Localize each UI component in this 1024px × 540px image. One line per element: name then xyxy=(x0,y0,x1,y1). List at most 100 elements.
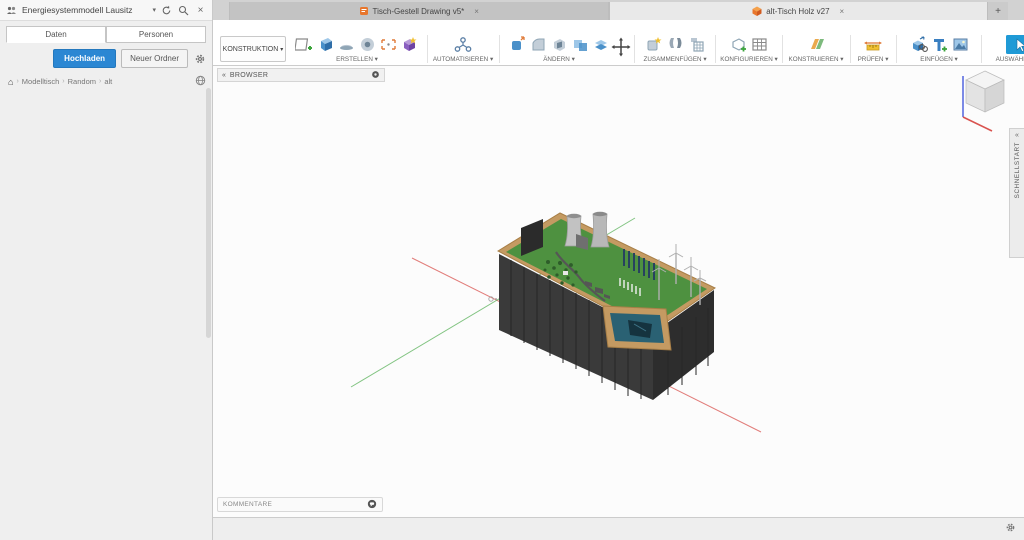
doc-tab-active[interactable]: alt-Tisch Holz v27 × xyxy=(609,2,989,20)
viewcube[interactable] xyxy=(963,71,1004,131)
configuration-icon[interactable] xyxy=(729,34,749,54)
data-panel-header: Energiesystemmodell Lausitz ▾ × xyxy=(0,0,212,21)
schnellstart-tab[interactable]: « SCHNELLSTART xyxy=(1009,128,1024,258)
browser-settings-icon[interactable] xyxy=(371,70,380,81)
gear-icon[interactable] xyxy=(1005,520,1020,538)
insert-mcmaster-icon[interactable] xyxy=(929,34,949,54)
measure-icon[interactable] xyxy=(863,34,883,54)
list-scrollbar[interactable] xyxy=(206,88,211,338)
close-icon[interactable]: × xyxy=(474,7,479,16)
home-icon[interactable]: ⌂ xyxy=(8,77,13,87)
timeline-bar xyxy=(213,517,1024,540)
data-panel-tabs: Daten Personen xyxy=(6,26,206,43)
search-icon[interactable] xyxy=(177,4,190,17)
construction-plane-icon[interactable] xyxy=(806,34,826,54)
quick-access-toolbar xyxy=(213,0,229,20)
tab-daten[interactable]: Daten xyxy=(6,26,106,43)
bounding-box-icon[interactable] xyxy=(379,34,399,54)
breadcrumb: ⌂ › Modelltisch › Random › alt xyxy=(8,75,206,88)
configuration-table-icon[interactable] xyxy=(750,34,770,54)
group-label[interactable]: ÄNDERN ▾ xyxy=(503,56,615,63)
gear-icon[interactable] xyxy=(193,52,206,65)
close-icon[interactable]: × xyxy=(194,4,207,17)
joint-icon[interactable] xyxy=(665,34,685,54)
globe-icon[interactable] xyxy=(195,75,206,88)
group-label[interactable]: KONFIGURIEREN ▾ xyxy=(718,56,780,63)
new-folder-button[interactable]: Neuer Ordner xyxy=(121,49,188,68)
ribbon-toolbar: KONSTRUKTION▾ ERSTELLEN ▾ xyxy=(213,20,1024,66)
project-title: Energiesystemmodell Lausitz xyxy=(22,5,148,15)
comments-label: KOMMENTARE xyxy=(223,501,367,508)
browser-title: BROWSER xyxy=(230,72,367,79)
white-building xyxy=(563,271,568,275)
caret-down-icon[interactable]: ▾ xyxy=(152,6,156,14)
close-icon[interactable]: × xyxy=(840,7,845,16)
group-konfigurieren: KONFIGURIEREN ▾ xyxy=(718,33,780,65)
new-component-icon[interactable] xyxy=(644,34,664,54)
breadcrumb-separator: › xyxy=(99,78,101,85)
split-body-icon[interactable] xyxy=(591,34,611,54)
breadcrumb-random[interactable]: Random xyxy=(68,77,96,86)
group-automatisieren: AUTOMATISIEREN ▾ xyxy=(431,33,495,65)
fillet-icon[interactable] xyxy=(528,34,548,54)
table-model xyxy=(498,212,715,400)
doc-tab-label: Tisch-Gestell Drawing v5* xyxy=(373,7,465,16)
press-pull-icon[interactable] xyxy=(507,34,527,54)
viewport-canvas[interactable]: « BROWSER « SCHNELLSTART KOMMENTARE xyxy=(213,66,1024,517)
new-tab-button[interactable]: + xyxy=(988,2,1008,20)
comments-bar[interactable]: KOMMENTARE xyxy=(217,497,383,512)
group-label[interactable]: AUSWÄHLEN ▾ xyxy=(986,56,1024,63)
sweep-icon[interactable] xyxy=(358,34,378,54)
file-list xyxy=(0,93,212,540)
group-einfuegen: EINFÜGEN ▾ xyxy=(899,33,979,65)
group-aendern: ÄNDERN ▾ xyxy=(503,33,615,65)
doc-tab-inactive[interactable]: Tisch-Gestell Drawing v5* × xyxy=(229,2,609,20)
combine-icon[interactable] xyxy=(570,34,590,54)
group-label[interactable]: AUTOMATISIEREN ▾ xyxy=(431,56,495,63)
main-column: KONSTRUKTION▾ ERSTELLEN ▾ xyxy=(213,20,1024,540)
tab-personen[interactable]: Personen xyxy=(106,26,206,43)
as-built-joint-icon[interactable] xyxy=(686,34,706,54)
group-label[interactable]: PRÜFEN ▾ xyxy=(852,56,894,63)
collapse-panel-icon[interactable]: « xyxy=(222,72,226,79)
people-icon xyxy=(5,4,18,17)
doc-tab-label: alt-Tisch Holz v27 xyxy=(766,7,829,16)
automate-icon[interactable] xyxy=(453,34,473,54)
group-label[interactable]: EINFÜGEN ▾ xyxy=(899,56,979,63)
lake-bay xyxy=(603,306,671,350)
create-sketch-icon[interactable] xyxy=(295,34,315,54)
shell-icon[interactable] xyxy=(549,34,569,54)
browser-panel: « BROWSER xyxy=(217,68,385,84)
group-auswaehlen: AUSWÄHLEN ▾ xyxy=(986,33,1024,65)
canvas-image-icon[interactable] xyxy=(950,34,970,54)
plastic-feature-icon[interactable] xyxy=(400,34,420,54)
breadcrumb-separator: › xyxy=(16,78,18,85)
data-panel: Energiesystemmodell Lausitz ▾ × Daten Pe… xyxy=(0,0,213,540)
3d-scene xyxy=(213,66,1024,517)
construction-menu-button[interactable]: KONSTRUKTION▾ xyxy=(220,36,286,62)
revolve-icon[interactable] xyxy=(337,34,357,54)
insert-derive-icon[interactable] xyxy=(908,34,928,54)
titlebar-right-icons xyxy=(1008,0,1024,20)
move-copy-icon[interactable] xyxy=(611,37,631,57)
design-file-icon xyxy=(752,6,762,16)
group-erstellen: ERSTELLEN ▾ xyxy=(290,33,424,65)
group-label[interactable]: KONSTRUIEREN ▾ xyxy=(785,56,847,63)
group-label[interactable]: ERSTELLEN ▾ xyxy=(290,56,424,63)
group-pruefen: PRÜFEN ▾ xyxy=(852,33,894,65)
breadcrumb-modelltisch[interactable]: Modelltisch xyxy=(22,77,60,86)
collapse-right-icon[interactable]: « xyxy=(1015,132,1019,139)
select-icon[interactable] xyxy=(1002,33,1024,55)
group-label[interactable]: ZUSAMMENFÜGEN ▾ xyxy=(637,56,713,63)
breadcrumb-separator: › xyxy=(62,78,64,85)
comment-add-icon[interactable] xyxy=(367,496,377,514)
breadcrumb-alt[interactable]: alt xyxy=(104,77,112,86)
data-panel-actions: Hochladen Neuer Ordner xyxy=(6,49,206,68)
fusion-app-window: Energiesystemmodell Lausitz ▾ × Daten Pe… xyxy=(0,0,1024,540)
construction-label: KONSTRUKTION xyxy=(223,46,279,53)
titlebar: Tisch-Gestell Drawing v5* × alt-Tisch Ho… xyxy=(213,0,1024,20)
upload-button[interactable]: Hochladen xyxy=(53,49,116,68)
extrude-icon[interactable] xyxy=(316,34,336,54)
group-zusammenfuegen: ZUSAMMENFÜGEN ▾ xyxy=(637,33,713,65)
refresh-icon[interactable] xyxy=(160,4,173,17)
